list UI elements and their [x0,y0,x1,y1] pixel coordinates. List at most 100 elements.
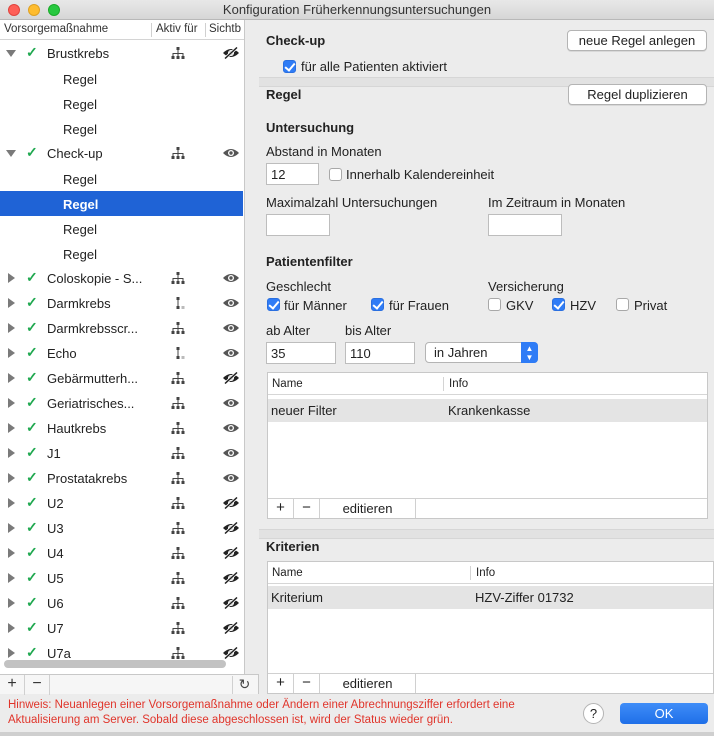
column-header-visible[interactable]: Sichtb [209,23,244,35]
eye-hidden-icon[interactable] [222,371,240,385]
disclosure-expanded-icon[interactable] [6,50,16,57]
tree-measure-item[interactable]: ✓ Prostatakrebs [0,466,243,491]
tree-measure-item[interactable]: ✓ Check-up [0,141,243,166]
criteria-column-name[interactable]: Name [272,567,303,579]
tree-measure-item[interactable]: ✓ U4 [0,541,243,566]
interval-input[interactable]: 12 [266,163,319,185]
female-checkbox[interactable] [371,298,384,311]
help-button[interactable]: ? [583,703,604,724]
hierarchy-icon[interactable] [171,47,185,60]
remove-filter-button[interactable]: − [294,499,320,518]
tree-rule-item[interactable]: Regel [0,116,243,141]
disclosure-collapsed-icon[interactable] [8,473,15,483]
tree-rule-item[interactable]: Regel [0,216,243,241]
eye-hidden-icon[interactable] [222,646,240,660]
hierarchy-icon[interactable] [171,472,185,485]
within-calendar-checkbox[interactable] [329,168,342,181]
eye-hidden-icon[interactable] [222,546,240,560]
disclosure-collapsed-icon[interactable] [8,448,15,458]
disclosure-collapsed-icon[interactable] [8,423,15,433]
tree-measure-item[interactable]: ✓ U6 [0,591,243,616]
male-checkbox[interactable] [267,298,280,311]
eye-icon[interactable] [222,472,240,484]
horizontal-scrollbar[interactable] [4,660,226,668]
eye-hidden-icon[interactable] [222,496,240,510]
disclosure-collapsed-icon[interactable] [8,273,15,283]
tree-measure-item[interactable]: ✓ Brustkrebs [0,41,243,66]
tree-measure-item[interactable]: ✓ Coloskopie - S... [0,266,243,291]
eye-icon[interactable] [222,422,240,434]
tree-rule-item[interactable]: Regel [0,241,243,266]
eye-hidden-icon[interactable] [222,521,240,535]
criteria-column-info[interactable]: Info [476,567,495,579]
hierarchy-icon[interactable] [171,497,185,510]
eye-icon[interactable] [222,397,240,409]
disclosure-collapsed-icon[interactable] [8,573,15,583]
remove-criterion-button[interactable]: − [294,674,320,693]
hierarchy-icon[interactable] [171,647,185,660]
new-rule-button[interactable]: neue Regel anlegen [567,30,707,51]
hierarchy-icon[interactable] [171,372,185,385]
disclosure-collapsed-icon[interactable] [8,323,15,333]
age-unit-select[interactable]: in Jahren ▲ ▼ [425,342,538,363]
disclosure-collapsed-icon[interactable] [8,298,15,308]
edit-criterion-button[interactable]: editieren [320,674,416,693]
tree-measure-item[interactable]: ✓ Darmkrebs [0,291,243,316]
eye-icon[interactable] [222,147,240,159]
tree-measure-item[interactable]: ✓ Darmkrebsscr... [0,316,243,341]
tree-rule-item[interactable]: Regel [0,191,243,216]
hzv-checkbox[interactable] [552,298,565,311]
close-window-button[interactable] [8,4,20,16]
hierarchy-icon[interactable] [171,622,185,635]
table-row[interactable]: Kriterium HZV-Ziffer 01732 [268,586,713,609]
tree-measure-item[interactable]: ✓ U5 [0,566,243,591]
eye-icon[interactable] [222,347,240,359]
add-criterion-button[interactable]: + [268,674,294,693]
eye-hidden-icon[interactable] [222,571,240,585]
gkv-checkbox[interactable] [488,298,501,311]
eye-hidden-icon[interactable] [222,596,240,610]
disclosure-collapsed-icon[interactable] [8,373,15,383]
disclosure-collapsed-icon[interactable] [8,623,15,633]
eye-hidden-icon[interactable] [222,46,240,60]
single-hierarchy-icon[interactable] [171,297,185,310]
eye-icon[interactable] [222,447,240,459]
tree-measure-item[interactable]: ✓ U2 [0,491,243,516]
eye-icon[interactable] [222,272,240,284]
minimize-window-button[interactable] [28,4,40,16]
period-input[interactable] [488,214,562,236]
tree-measure-item[interactable]: ✓ Gebärmutterh... [0,366,243,391]
to-age-input[interactable]: 110 [345,342,415,364]
column-header-active-for[interactable]: Aktiv für [156,23,206,35]
table-row[interactable]: neuer Filter Krankenkasse [268,399,707,422]
filter-column-name[interactable]: Name [272,378,303,390]
disclosure-collapsed-icon[interactable] [8,398,15,408]
hierarchy-icon[interactable] [171,272,185,285]
hierarchy-icon[interactable] [171,397,185,410]
tree-measure-item[interactable]: ✓ Echo [0,341,243,366]
disclosure-collapsed-icon[interactable] [8,648,15,658]
tree-measure-item[interactable]: ✓ Hautkrebs [0,416,243,441]
split-divider[interactable] [245,20,259,674]
tree-measure-item[interactable]: ✓ J1 [0,441,243,466]
disclosure-expanded-icon[interactable] [6,150,16,157]
disclosure-collapsed-icon[interactable] [8,523,15,533]
edit-filter-button[interactable]: editieren [320,499,416,518]
add-filter-button[interactable]: + [268,499,294,518]
remove-measure-button[interactable]: − [25,675,50,695]
tree-rule-item[interactable]: Regel [0,166,243,191]
hierarchy-icon[interactable] [171,547,185,560]
private-checkbox[interactable] [616,298,629,311]
refresh-icon[interactable]: ↻ [232,676,256,694]
hierarchy-icon[interactable] [171,522,185,535]
tree-rule-item[interactable]: Regel [0,66,243,91]
ok-button[interactable]: OK [620,703,708,724]
filter-column-info[interactable]: Info [449,378,468,390]
tree-rule-item[interactable]: Regel [0,91,243,116]
eye-icon[interactable] [222,322,240,334]
tree-measure-item[interactable]: ✓ Geriatrisches... [0,391,243,416]
hierarchy-icon[interactable] [171,597,185,610]
duplicate-rule-button[interactable]: Regel duplizieren [568,84,707,105]
tree-measure-item[interactable]: ✓ U3 [0,516,243,541]
tree-measure-item[interactable]: ✓ U7 [0,616,243,641]
